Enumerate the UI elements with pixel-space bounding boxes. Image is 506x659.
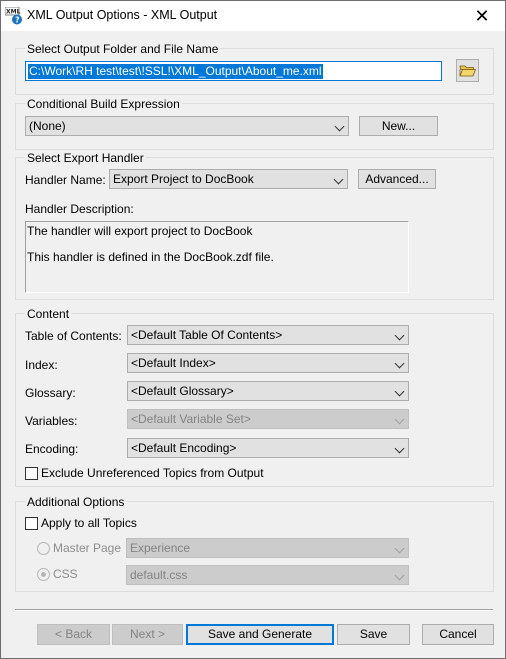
- description-line-1: The handler will export project to DocBo…: [27, 224, 253, 238]
- chevron-down-icon: [394, 386, 405, 397]
- index-value: <Default Index>: [131, 356, 216, 370]
- save-and-generate-button[interactable]: Save and Generate: [186, 624, 334, 645]
- variables-label: Variables:: [25, 414, 78, 428]
- chevron-down-icon: [334, 121, 345, 132]
- handler-name-label: Handler Name:: [25, 173, 106, 187]
- conditional-build-value: (None): [29, 119, 66, 133]
- css-radio[interactable]: [37, 568, 50, 581]
- variables-value: <Default Variable Set>: [131, 412, 251, 426]
- chevron-down-icon: [394, 543, 405, 554]
- variables-select[interactable]: <Default Variable Set>: [127, 409, 409, 429]
- description-line-2: This handler is defined in the DocBook.z…: [27, 250, 274, 264]
- xml-app-icon: XML ?: [4, 6, 23, 25]
- exclude-unreferenced-label[interactable]: Exclude Unreferenced Topics from Output: [41, 466, 264, 480]
- back-button[interactable]: < Back: [37, 624, 110, 645]
- toc-select[interactable]: <Default Table Of Contents>: [127, 325, 409, 345]
- index-label: Index:: [25, 358, 58, 372]
- save-button[interactable]: Save: [337, 624, 410, 645]
- encoding-select[interactable]: <Default Encoding>: [127, 438, 409, 458]
- chevron-down-icon: [394, 358, 405, 369]
- next-button[interactable]: Next >: [112, 624, 183, 645]
- handler-description-label: Handler Description:: [25, 202, 134, 216]
- master-page-select[interactable]: Experience: [126, 538, 409, 558]
- output-folder-legend: Select Output Folder and File Name: [25, 42, 221, 56]
- output-path-value: C:\Work\RH test\test\!SSL!\XML_Output\Ab…: [28, 64, 323, 79]
- apply-all-topics-label[interactable]: Apply to all Topics: [41, 516, 137, 530]
- css-value: default.css: [130, 568, 188, 582]
- title-bar: XML ? XML Output Options - XML Output ✕: [1, 1, 505, 31]
- svg-text:XML: XML: [6, 9, 21, 16]
- close-icon: ✕: [474, 5, 490, 26]
- svg-text:?: ?: [15, 16, 20, 25]
- chevron-down-icon: [394, 414, 405, 425]
- chevron-down-icon: [394, 330, 405, 341]
- glossary-value: <Default Glossary>: [131, 384, 234, 398]
- advanced-button-label: Advanced...: [365, 172, 429, 186]
- css-label: CSS: [53, 567, 78, 581]
- export-handler-legend: Select Export Handler: [25, 151, 146, 165]
- content-legend: Content: [25, 307, 72, 321]
- output-path-input[interactable]: C:\Work\RH test\test\!SSL!\XML_Output\Ab…: [25, 61, 442, 81]
- window-title: XML Output Options - XML Output: [27, 8, 218, 22]
- radio-selected-dot: [41, 572, 46, 577]
- save-button-label: Save: [359, 627, 388, 641]
- save-and-generate-label: Save and Generate: [207, 627, 313, 641]
- chevron-down-icon: [394, 443, 405, 454]
- new-button-label: New...: [381, 119, 416, 133]
- glossary-label: Glossary:: [25, 386, 76, 400]
- encoding-label: Encoding:: [25, 442, 79, 456]
- handler-description-box: The handler will export project to DocBo…: [25, 221, 409, 293]
- browse-folder-button[interactable]: [456, 59, 479, 82]
- glossary-select[interactable]: <Default Glossary>: [127, 381, 409, 401]
- footer-separator: [15, 609, 493, 611]
- dialog-window: XML ? XML Output Options - XML Output ✕ …: [0, 0, 506, 659]
- master-page-radio[interactable]: [37, 542, 50, 555]
- handler-name-value: Export Project to DocBook: [113, 172, 254, 186]
- encoding-value: <Default Encoding>: [131, 441, 237, 455]
- exclude-unreferenced-checkbox[interactable]: [25, 467, 38, 480]
- new-expression-button[interactable]: New...: [359, 116, 438, 136]
- toc-value: <Default Table Of Contents>: [131, 328, 283, 342]
- back-button-label: < Back: [54, 627, 93, 641]
- cancel-button-label: Cancel: [439, 627, 477, 641]
- toc-label: Table of Contents:: [25, 329, 122, 343]
- open-folder-icon: [459, 65, 477, 77]
- apply-all-topics-checkbox[interactable]: [25, 517, 38, 530]
- chevron-down-icon: [333, 174, 344, 185]
- next-button-label: Next >: [129, 627, 165, 641]
- index-select[interactable]: <Default Index>: [127, 353, 409, 373]
- conditional-build-select[interactable]: (None): [25, 116, 349, 136]
- handler-name-select[interactable]: Export Project to DocBook: [109, 169, 348, 189]
- cancel-button[interactable]: Cancel: [422, 624, 494, 645]
- additional-options-legend: Additional Options: [25, 495, 127, 509]
- css-select[interactable]: default.css: [126, 565, 409, 585]
- advanced-button[interactable]: Advanced...: [358, 169, 436, 189]
- chevron-down-icon: [394, 570, 405, 581]
- master-page-label: Master Page: [53, 541, 122, 555]
- conditional-build-legend: Conditional Build Expression: [25, 97, 182, 111]
- close-button[interactable]: ✕: [459, 1, 505, 31]
- master-page-value: Experience: [130, 541, 191, 555]
